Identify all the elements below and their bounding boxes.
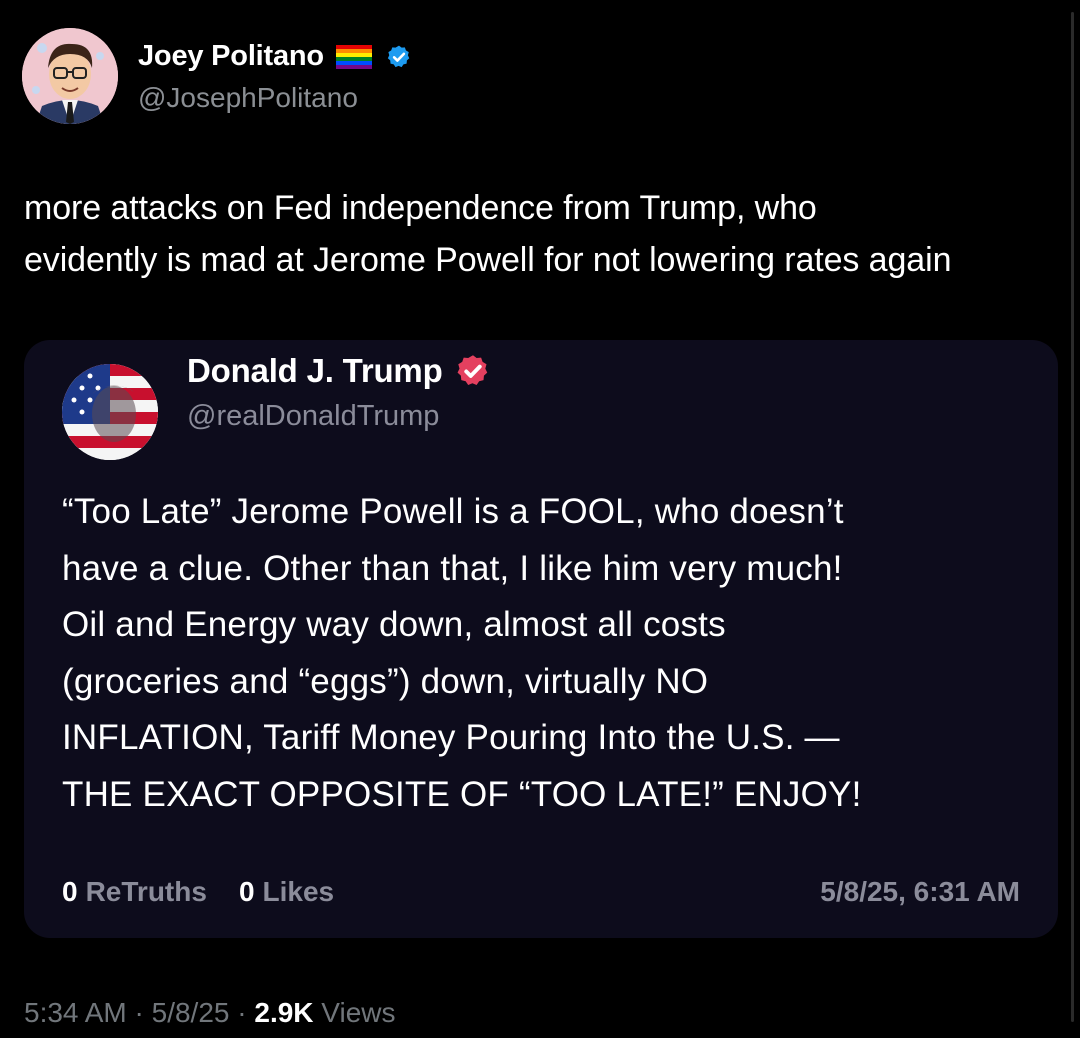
verified-badge-icon xyxy=(457,355,487,385)
quoted-avatar[interactable] xyxy=(62,364,158,460)
likes-label: Likes xyxy=(262,876,335,907)
quoted-display-name[interactable]: Donald J. Trump xyxy=(187,352,443,390)
quoted-name-row: Donald J. Trump xyxy=(187,352,491,390)
tweet-text: more attacks on Fed independence from Tr… xyxy=(24,189,952,279)
views-count[interactable]: 2.9K xyxy=(254,997,313,1029)
quoted-post-text: “Too Late” Jerome Powell is a FOOL, who … xyxy=(62,492,862,814)
avatar[interactable] xyxy=(22,28,118,124)
author-display-name[interactable]: Joey Politano xyxy=(138,40,324,73)
tweet-header: Joey Politano @JosephPolitano xyxy=(22,28,922,128)
tweet-time[interactable]: 5:34 AM xyxy=(24,997,127,1029)
likes-count: 0 xyxy=(238,876,255,907)
author-name-row: Joey Politano xyxy=(138,40,412,73)
quoted-post-footer: 0 ReTruths 0 Likes 5/8/25, 6:31 AM xyxy=(62,872,1020,912)
author-handle[interactable]: @JosephPolitano xyxy=(138,82,358,114)
views-label: Views xyxy=(313,997,396,1028)
quoted-post-date: 5/8/25, 6:31 AM xyxy=(820,876,1020,907)
verified-badge-icon xyxy=(387,45,410,67)
retruths-label: ReTruths xyxy=(85,876,207,907)
retruths-stat[interactable]: 0 ReTruths xyxy=(62,876,207,908)
meta-separator: · xyxy=(229,997,255,1028)
quoted-handle[interactable]: @realDonaldTrump xyxy=(187,400,439,433)
retruths-count: 0 xyxy=(62,876,78,907)
scrollbar[interactable] xyxy=(1071,12,1074,1022)
tweet-meta: 5:34 AM · 5/8/25 · 2.9K Views xyxy=(24,997,396,1029)
likes-stat[interactable]: 0 Likes xyxy=(239,876,334,908)
tweet-date[interactable]: 5/8/25 xyxy=(152,997,230,1029)
quoted-post-card[interactable]: Donald J. Trump @realDonaldTrump “Too La… xyxy=(24,340,1058,938)
meta-separator: · xyxy=(126,997,152,1028)
rainbow-flag-icon xyxy=(335,44,372,69)
